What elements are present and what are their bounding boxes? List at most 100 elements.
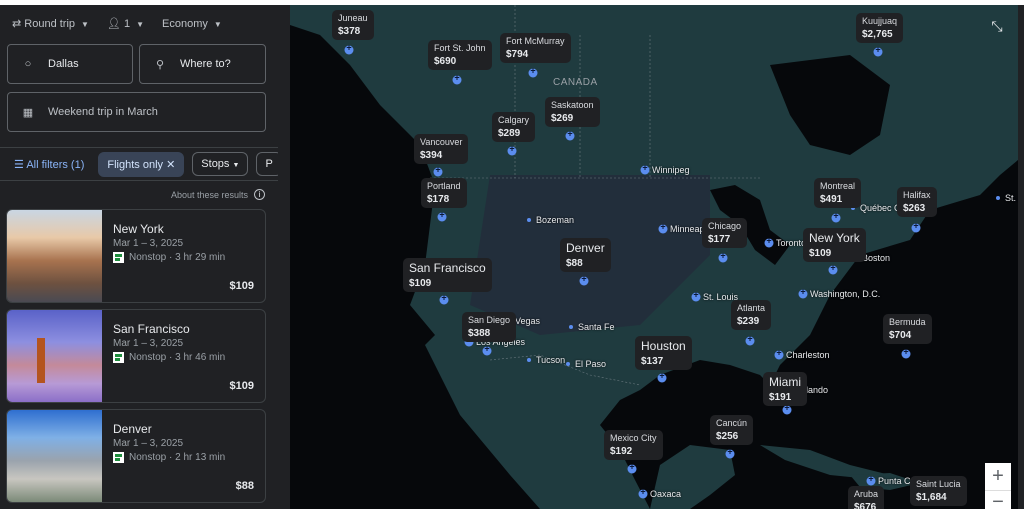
price-marker[interactable]: Miami $191 [763,372,807,406]
result-dates: Mar 1 – 3, 2025 [113,438,184,449]
price-marker[interactable]: Saint Lucia $1,684 [910,476,967,506]
price-marker[interactable]: San Diego $388 [462,312,517,342]
price-marker[interactable]: Atlanta $239 [731,300,772,330]
price-marker[interactable]: Juneau $378 [332,10,374,40]
map[interactable]: CANADA Juneau $378 Fort St. John $690 Fort M… [290,5,1024,509]
airport-marker-icon[interactable] [439,293,449,305]
marker-city: Bermuda [889,317,926,327]
airport-marker-icon[interactable] [828,263,838,275]
location-pin-icon: ⚲ [155,58,165,71]
airport-marker-icon[interactable] [764,236,774,248]
swap-icon: ⇄ [12,18,25,30]
price-marker[interactable]: San Francisco $109 [403,258,492,292]
marker-price: $178 [427,194,450,205]
airport-marker-icon[interactable] [901,347,911,359]
price-marker[interactable]: Halifax $263 [897,187,937,217]
city-dot-icon[interactable] [527,218,531,222]
airport-marker-icon[interactable] [433,165,443,177]
airport-marker-icon[interactable] [658,222,668,234]
airport-marker-icon[interactable] [725,447,735,459]
origin-field[interactable]: ○ Dallas [7,44,133,84]
airport-marker-icon[interactable] [565,129,575,141]
about-results-link[interactable]: About these results i [171,189,265,200]
marker-city: Halifax [903,190,931,200]
airport-marker-icon[interactable] [482,344,492,356]
marker-city: San Francisco [409,261,486,275]
airport-marker-icon[interactable] [798,287,808,299]
city-photo [7,310,102,402]
airport-marker-icon[interactable] [774,348,784,360]
result-card[interactable]: Denver Mar 1 – 3, 2025 Nonstop · 2 hr 13… [6,409,266,503]
filter-bar: ☰ All filters (1) Flights only ✕ Stops ▼… [0,147,278,181]
price-marker[interactable]: New York $109 [803,228,866,262]
marker-city: Aruba [854,489,879,499]
cabin-select[interactable]: Economy ▼ [162,18,222,30]
yucatan-landmass [650,445,735,509]
airport-marker-icon[interactable] [579,274,589,286]
airport-marker-icon[interactable] [528,66,538,78]
marker-price: $388 [468,328,491,339]
city-dot-icon[interactable] [527,358,531,362]
airport-marker-icon[interactable] [344,43,354,55]
price-marker[interactable]: Fort McMurray $794 [500,33,571,63]
airport-marker-icon[interactable] [437,210,447,222]
result-card[interactable]: San Francisco Mar 1 – 3, 2025 Nonstop · … [6,309,266,403]
zoom-in-button[interactable]: + [985,463,1011,491]
map-edge [1018,5,1024,509]
airport-marker-icon[interactable] [657,371,667,383]
result-city: Denver [113,422,152,436]
stops-label: Stops [201,158,230,170]
airport-marker-icon[interactable] [866,474,876,486]
airport-marker-icon[interactable] [691,290,701,302]
city-dot-icon[interactable] [566,362,570,366]
price-marker[interactable]: Portland $178 [421,178,467,208]
price-marker[interactable]: Calgary $289 [492,112,536,142]
city-dot-icon[interactable] [996,196,1000,200]
all-filters-button[interactable]: ☰ All filters (1) [14,158,84,171]
close-icon[interactable]: ✕ [166,159,175,171]
airport-marker-icon[interactable] [718,251,728,263]
marker-price: $1,684 [916,492,947,503]
price-marker[interactable]: Montreal $491 [814,178,862,208]
collapse-map-button[interactable]: ⤡ [985,15,1009,39]
price-chip[interactable]: P [256,152,278,176]
result-price: $109 [229,280,254,292]
destination-placeholder: Where to? [180,58,231,70]
caret-down-icon: ▼ [81,20,89,29]
airport-marker-icon[interactable] [873,45,883,57]
stops-chip[interactable]: Stops ▼ [192,152,249,176]
destination-field[interactable]: ⚲ Where to? [139,44,266,84]
price-marker[interactable]: Vancouver $394 [414,134,469,164]
price-marker[interactable]: Chicago $177 [702,218,748,248]
airport-marker-icon[interactable] [627,462,637,474]
price-marker[interactable]: Fort St. John $690 [428,40,492,70]
marker-price: $263 [903,203,926,214]
airport-marker-icon[interactable] [640,163,650,175]
price-marker[interactable]: Denver $88 [560,238,611,272]
price-marker[interactable]: Aruba $676 [848,486,885,509]
info-icon: i [254,189,265,200]
price-marker[interactable]: Mexico City $192 [604,430,663,460]
airport-marker-icon[interactable] [452,73,462,85]
trip-type-label: Round trip [24,18,76,30]
airport-marker-icon[interactable] [745,334,755,346]
price-marker[interactable]: Saskatoon $269 [545,97,600,127]
city-dot-icon[interactable] [569,325,573,329]
airport-marker-icon[interactable] [507,144,517,156]
passengers-select[interactable]: 👤︎ 1 ▼ [107,17,144,30]
trip-type-select[interactable]: ⇄ Round trip ▼ [12,17,89,30]
flights-only-chip[interactable]: Flights only ✕ [98,151,185,177]
airport-marker-icon[interactable] [831,211,841,223]
marker-city: Montreal [820,181,856,191]
price-marker[interactable]: Bermuda $704 [883,314,932,344]
price-marker[interactable]: Houston $137 [635,336,692,370]
dates-field[interactable]: ▦ Weekend trip in March [7,92,266,132]
price-marker[interactable]: Kuujjuaq $2,765 [856,13,904,43]
zoom-out-button[interactable]: − [985,491,1011,509]
city-label: Winnipeg [652,165,690,175]
airport-marker-icon[interactable] [911,221,921,233]
airport-marker-icon[interactable] [638,487,648,499]
result-card[interactable]: New York Mar 1 – 3, 2025 Nonstop · 3 hr … [6,209,266,303]
airport-marker-icon[interactable] [782,403,792,415]
price-marker[interactable]: Cancún $256 [710,415,754,445]
